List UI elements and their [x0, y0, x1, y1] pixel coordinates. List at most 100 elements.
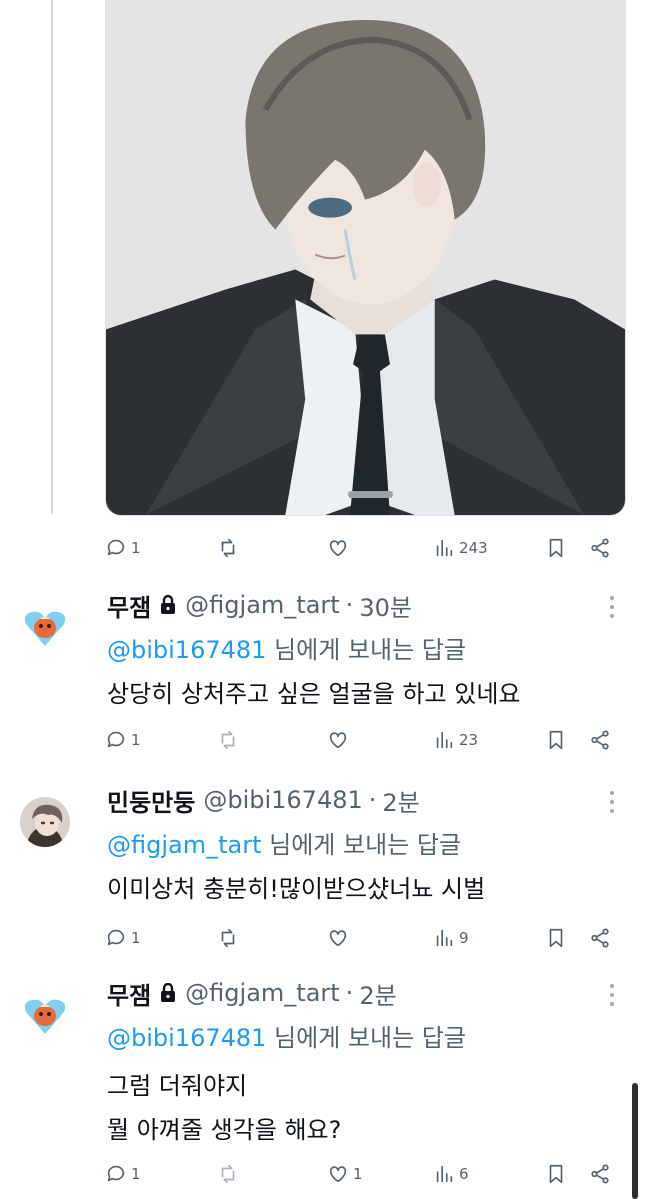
views-button[interactable]: 6: [433, 1158, 469, 1190]
bookmark-icon: [549, 730, 563, 750]
avatar-image: [20, 990, 70, 1040]
bookmark-icon: [549, 928, 563, 948]
like-button[interactable]: [327, 724, 349, 756]
separator: ·: [368, 786, 377, 814]
avatar-image: [20, 602, 70, 652]
share-icon: [591, 730, 609, 750]
retweet-button[interactable]: [217, 724, 239, 756]
separator: ·: [345, 979, 354, 1007]
reply-header: 민둥만둥 @bibi167481 · 2분: [107, 783, 420, 818]
thread-line: [51, 0, 53, 514]
reply-button[interactable]: 1: [105, 724, 141, 756]
user-handle[interactable]: @bibi167481: [203, 786, 362, 814]
share-button[interactable]: [589, 532, 611, 564]
share-button[interactable]: [589, 724, 611, 756]
replying-to-suffix: 님에게 보내는 답글: [266, 1024, 466, 1052]
reply-tweet[interactable]: 무잼 @figjam_tart · 2분 @bibi167481 님에게 보내는…: [0, 978, 646, 1199]
scrollbar[interactable]: [632, 1083, 638, 1199]
tweet-text-line: 그럼 더줘야지: [107, 1072, 248, 1100]
views-button[interactable]: 23: [433, 724, 478, 756]
share-button[interactable]: [589, 1158, 611, 1190]
mention-link[interactable]: @figjam_tart: [107, 831, 262, 859]
tweet-action-bar: 1 23: [105, 724, 615, 756]
retweet-button[interactable]: [217, 922, 239, 954]
retweet-icon: [221, 1164, 235, 1184]
like-button[interactable]: [327, 532, 349, 564]
replying-to: @bibi167481 님에게 보내는 답글: [107, 1018, 466, 1053]
lock-icon: [161, 595, 176, 614]
share-button[interactable]: [589, 922, 611, 954]
views-chart-icon: [436, 539, 453, 557]
reply-count: 1: [131, 929, 141, 947]
timestamp[interactable]: 30분: [359, 588, 412, 623]
views-button[interactable]: 9: [433, 922, 469, 954]
heart-icon: [329, 1166, 347, 1183]
replying-to: @figjam_tart 님에게 보내는 답글: [107, 825, 461, 860]
user-handle[interactable]: @figjam_tart: [185, 591, 340, 619]
tweet-text-line: 상당히 상처주고 싶은 얼굴을 하고 있네요: [107, 680, 521, 708]
mention-link[interactable]: @bibi167481: [107, 636, 266, 664]
reply-icon: [107, 929, 125, 946]
views-button[interactable]: 243: [433, 532, 488, 564]
reply-count: 1: [131, 1165, 141, 1183]
bookmark-button[interactable]: [545, 724, 567, 756]
avatar[interactable]: [20, 797, 70, 847]
views-count: 23: [459, 731, 479, 749]
share-icon: [591, 1164, 609, 1184]
heart-icon: [329, 732, 347, 749]
avatar[interactable]: [20, 602, 70, 652]
timestamp[interactable]: 2분: [359, 976, 396, 1011]
reply-button[interactable]: 1: [105, 922, 141, 954]
retweet-button[interactable]: [217, 532, 239, 564]
timestamp[interactable]: 2분: [382, 783, 419, 818]
more-icon[interactable]: [610, 984, 614, 1006]
reply-button[interactable]: 1: [105, 532, 141, 564]
lock-icon: [161, 983, 176, 1002]
separator: ·: [345, 591, 354, 619]
bookmark-icon: [549, 1164, 563, 1184]
tweet-text-line: 뭘 아껴줄 생각을 해요?: [107, 1116, 342, 1144]
avatar[interactable]: [20, 990, 70, 1040]
views-chart-icon: [436, 731, 453, 749]
retweet-button[interactable]: [217, 1158, 239, 1190]
views-count: 6: [459, 1165, 469, 1183]
display-name[interactable]: 민둥만둥: [107, 783, 195, 818]
like-button[interactable]: 1: [327, 1158, 363, 1190]
avatar-image: [20, 797, 70, 847]
reply-button[interactable]: 1: [105, 1158, 141, 1190]
tweet-media-image[interactable]: [105, 0, 626, 516]
share-icon: [591, 538, 609, 558]
views-count: 9: [459, 929, 469, 947]
retweet-icon: [221, 730, 235, 750]
reply-count: 1: [131, 539, 141, 557]
bookmark-button[interactable]: [545, 532, 567, 564]
display-name[interactable]: 무잼: [107, 588, 151, 623]
replying-to: @bibi167481 님에게 보내는 답글: [107, 630, 466, 665]
retweet-icon: [221, 928, 235, 948]
heart-icon: [329, 930, 347, 947]
tweet-action-bar: 1 243: [105, 532, 615, 564]
views-chart-icon: [436, 1165, 453, 1183]
views-count: 243: [459, 539, 488, 557]
more-icon[interactable]: [610, 791, 614, 813]
reply-icon: [107, 1165, 125, 1182]
like-button[interactable]: [327, 922, 349, 954]
display-name[interactable]: 무잼: [107, 976, 151, 1011]
tweet-action-bar: 1 9: [105, 922, 615, 954]
reply-icon: [107, 731, 125, 748]
more-icon[interactable]: [610, 596, 614, 618]
replying-to-suffix: 님에게 보내는 답글: [266, 636, 466, 664]
heart-icon: [329, 540, 347, 557]
bookmark-button[interactable]: [545, 922, 567, 954]
share-icon: [591, 928, 609, 948]
reply-tweet[interactable]: 무잼 @figjam_tart · 30분 @bibi167481 님에게 보내…: [0, 590, 646, 760]
tweet-action-bar: 1 1 6: [105, 1158, 615, 1190]
reply-header: 무잼 @figjam_tart · 2분: [107, 976, 397, 1011]
mention-link[interactable]: @bibi167481: [107, 1024, 266, 1052]
tweet-text-line: 이미상처 충분히!많이받으샸너뇨 시벌: [107, 875, 486, 903]
views-chart-icon: [436, 929, 453, 947]
illustration: [106, 0, 625, 515]
bookmark-button[interactable]: [545, 1158, 567, 1190]
reply-tweet[interactable]: 민둥만둥 @bibi167481 · 2분 @figjam_tart 님에게 보…: [0, 785, 646, 955]
user-handle[interactable]: @figjam_tart: [185, 979, 340, 1007]
